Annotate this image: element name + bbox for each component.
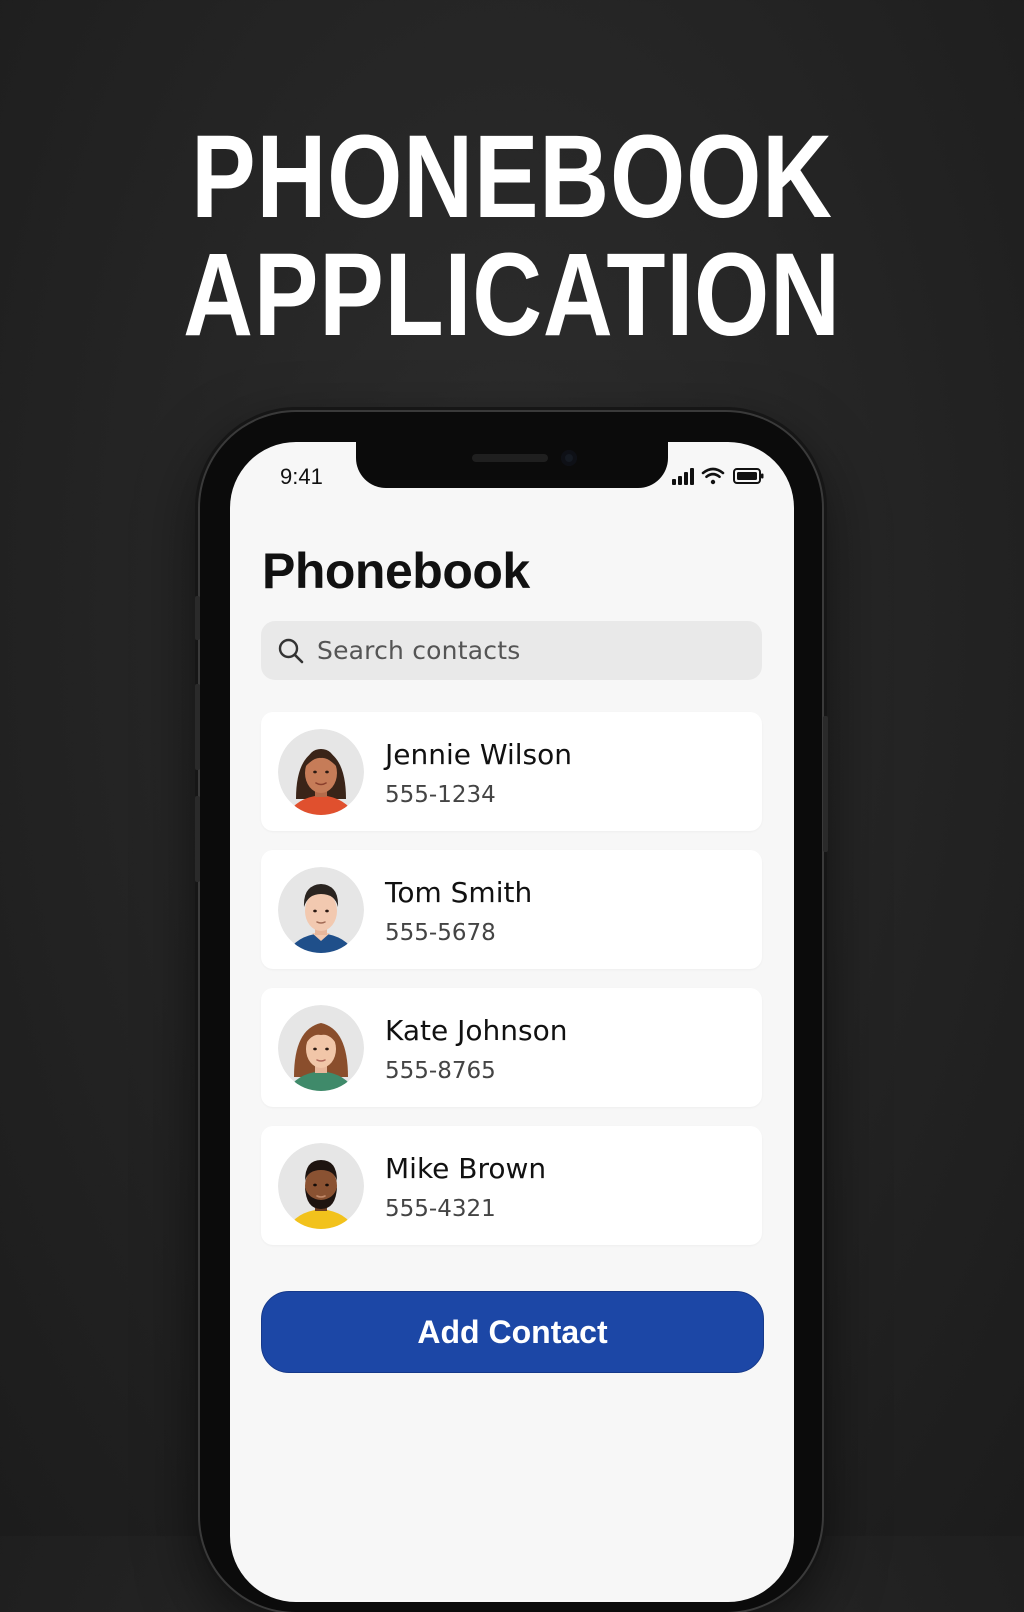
contact-name: Jennie Wilson	[385, 738, 572, 771]
status-icons	[672, 467, 764, 485]
hero-title-line2: APPLICATION	[183, 229, 841, 361]
phone-side-button-right	[823, 716, 828, 852]
hero-title-line1: PHONEBOOK	[191, 111, 833, 243]
contact-phone: 555-4321	[385, 1196, 496, 1222]
speaker-grille	[472, 454, 548, 462]
page-title: Phonebook	[262, 543, 530, 599]
woman-brown-hair-avatar	[278, 1005, 364, 1091]
contact-phone: 555-5678	[385, 920, 496, 946]
signal-bars-icon	[672, 468, 694, 485]
contact-card[interactable]: Mike Brown 555-4321	[261, 1126, 762, 1245]
battery-icon	[733, 468, 764, 484]
add-contact-button[interactable]: Add Contact	[261, 1291, 764, 1373]
notch	[356, 442, 668, 488]
man-short-hair-avatar	[278, 867, 364, 953]
phone-side-button-left-1	[195, 596, 200, 640]
contact-card[interactable]: Kate Johnson 555-8765	[261, 988, 762, 1107]
phone-side-button-left-2	[195, 684, 200, 770]
front-camera	[561, 450, 577, 466]
contact-card[interactable]: Jennie Wilson 555-1234	[261, 712, 762, 831]
contact-name: Kate Johnson	[385, 1014, 568, 1047]
phone-side-button-left-3	[195, 796, 200, 882]
search-icon	[278, 638, 304, 664]
search-input[interactable]: Search contacts	[261, 621, 762, 680]
contact-name: Mike Brown	[385, 1152, 547, 1185]
contact-phone: 555-8765	[385, 1058, 496, 1084]
hero-title: PHONEBOOK APPLICATION	[92, 118, 932, 354]
wifi-icon	[701, 467, 725, 485]
contact-list: Jennie Wilson 555-1234 Tom Smith 555-567…	[261, 712, 762, 1264]
woman-dark-hair-avatar	[278, 729, 364, 815]
contact-card[interactable]: Tom Smith 555-5678	[261, 850, 762, 969]
contact-phone: 555-1234	[385, 782, 496, 808]
man-beard-avatar	[278, 1143, 364, 1229]
contact-name: Tom Smith	[385, 876, 533, 909]
status-time: 9:41	[280, 464, 323, 489]
search-placeholder: Search contacts	[317, 636, 521, 665]
phone-screen: 9:41 Phonebook Search contacts Jennie Wi…	[230, 442, 794, 1602]
